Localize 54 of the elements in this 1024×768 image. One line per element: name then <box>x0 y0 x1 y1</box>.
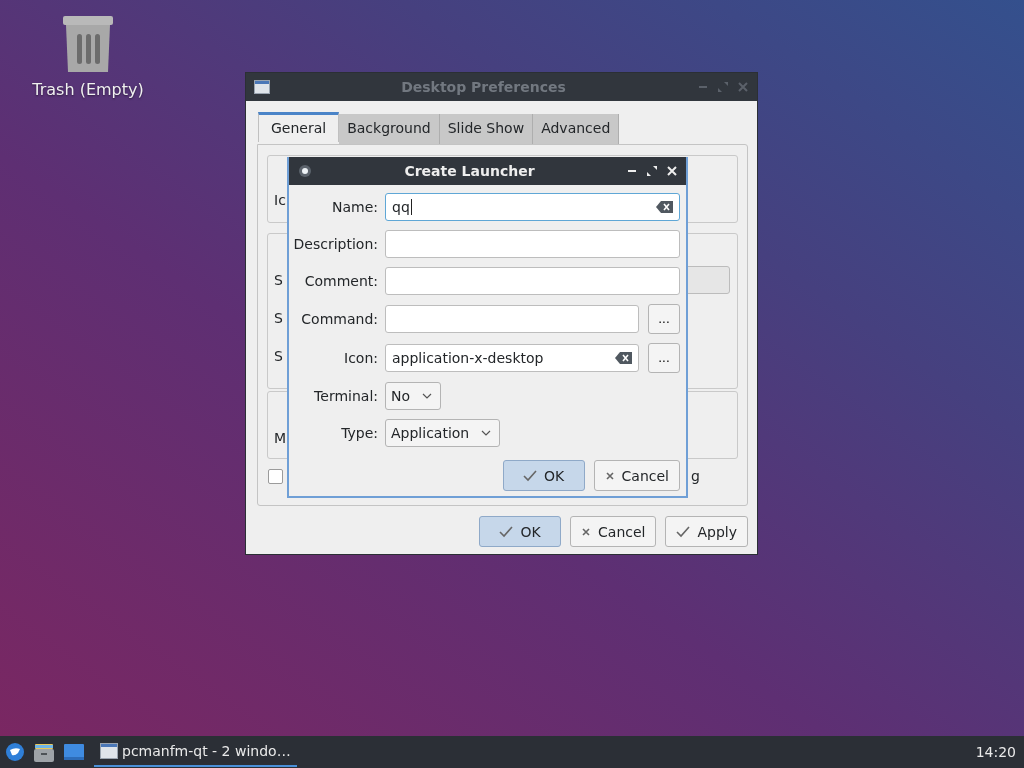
checkbox[interactable] <box>268 468 283 484</box>
check-icon <box>499 525 514 538</box>
field-label: Name: <box>330 199 378 215</box>
label-text: S <box>274 272 283 288</box>
chevron-down-icon <box>422 393 433 399</box>
taskbar-button[interactable]: pcmanfm-qt - 2 windo… <box>94 737 297 767</box>
check-icon <box>676 525 691 538</box>
input-field[interactable]: qq <box>385 193 680 221</box>
label-text: Ic <box>274 192 286 208</box>
dropdown[interactable]: Application <box>385 419 501 447</box>
browse-button[interactable]: ... <box>648 343 680 373</box>
icon-label[interactable]: Trash (Empty) <box>32 80 144 99</box>
input-field[interactable] <box>385 230 680 258</box>
window-title: Desktop Preferences <box>400 79 567 95</box>
field-label: Comment: <box>303 273 378 289</box>
clear-icon[interactable] <box>615 351 632 365</box>
ok-button[interactable]: OK <box>502 460 585 491</box>
file-cabinet-icon[interactable] <box>34 742 54 762</box>
cancel-button[interactable]: Cancel <box>570 516 657 547</box>
trash-icon[interactable] <box>60 14 116 74</box>
field-label: Description: <box>292 236 378 252</box>
clear-icon[interactable] <box>656 200 673 214</box>
tab[interactable]: General <box>258 112 340 142</box>
field-label: Command: <box>300 311 378 327</box>
chevron-down-icon <box>481 430 492 436</box>
check-icon <box>522 469 537 482</box>
field-label: Icon: <box>343 350 378 366</box>
label-text: S <box>274 348 283 364</box>
start-menu-icon[interactable] <box>6 743 24 761</box>
desktop-icon[interactable] <box>64 742 84 762</box>
input-field[interactable] <box>385 267 680 295</box>
cross-icon <box>604 470 615 481</box>
clock[interactable]: 14:20 <box>975 744 1016 760</box>
field-label: Terminal: <box>313 388 378 404</box>
ok-button[interactable]: OK <box>479 516 562 547</box>
input-field[interactable] <box>385 305 639 333</box>
label-text: M <box>274 430 287 446</box>
window-icon <box>100 743 118 759</box>
label-text: S <box>274 310 283 326</box>
ok-button[interactable]: Apply <box>665 516 748 547</box>
tab[interactable]: Advanced <box>533 114 620 144</box>
tab[interactable]: Slide Show <box>439 114 534 144</box>
cancel-button[interactable]: Cancel <box>593 460 680 491</box>
cross-icon <box>581 526 592 537</box>
close-icon[interactable] <box>666 164 678 178</box>
dropdown[interactable]: No <box>385 382 442 410</box>
checkbox-label: g <box>691 468 700 484</box>
input-field[interactable]: application-x-desktop <box>385 344 639 372</box>
window-icon <box>254 80 270 94</box>
browse-button[interactable]: ... <box>648 304 680 334</box>
field-label: Type: <box>340 425 378 441</box>
window-title: Create Launcher <box>403 163 536 179</box>
tab[interactable]: Background <box>339 114 440 144</box>
maximize-icon[interactable] <box>646 164 658 178</box>
